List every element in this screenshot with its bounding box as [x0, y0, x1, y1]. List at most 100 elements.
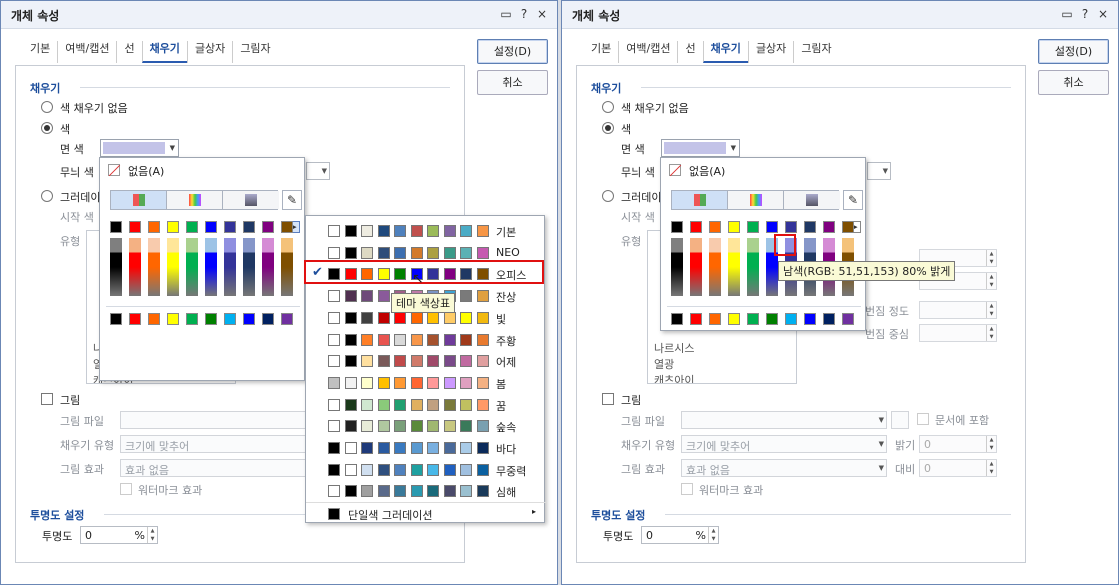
- shade-column[interactable]: [243, 238, 255, 296]
- color-swatch[interactable]: [728, 221, 740, 233]
- tab-basic[interactable]: 기본: [584, 41, 618, 63]
- color-swatch[interactable]: [167, 221, 179, 233]
- color-swatch[interactable]: [186, 313, 198, 325]
- color-swatch[interactable]: [243, 313, 255, 325]
- color-swatch[interactable]: [804, 221, 816, 233]
- spread-center-input[interactable]: ▲ ▼: [919, 324, 997, 342]
- picture-file-combo[interactable]: [120, 411, 310, 429]
- face-color-button[interactable]: ▼: [100, 139, 179, 157]
- shade-column[interactable]: [709, 238, 721, 296]
- brightness-input[interactable]: 0 ▲ ▼: [919, 435, 997, 453]
- shade-column[interactable]: [281, 238, 293, 296]
- ok-button[interactable]: 설정(D): [1038, 39, 1109, 64]
- close-icon[interactable]: ×: [535, 7, 549, 21]
- picture-checkbox[interactable]: [602, 393, 614, 405]
- theme-row[interactable]: 숲속: [306, 415, 546, 437]
- color-swatch[interactable]: [224, 313, 236, 325]
- eyedropper-icon[interactable]: ✎: [843, 190, 863, 210]
- shade-column[interactable]: [205, 238, 217, 296]
- palette-tab-custom[interactable]: [784, 191, 840, 209]
- color-swatch[interactable]: [842, 221, 854, 233]
- spin-buttons[interactable]: ▲ ▼: [147, 527, 157, 543]
- list-item[interactable]: 캐츠아이: [648, 373, 796, 383]
- no-fill-radio[interactable]: [602, 101, 614, 113]
- color-swatch[interactable]: [728, 313, 740, 325]
- transparency-input[interactable]: 0 % ▲ ▼: [641, 526, 719, 544]
- theme-row[interactable]: 꿈: [306, 394, 546, 416]
- shade-column[interactable]: [747, 238, 759, 296]
- no-color-button[interactable]: 없음(A): [667, 162, 847, 178]
- shade-column[interactable]: [148, 238, 160, 296]
- color-swatch[interactable]: [823, 221, 835, 233]
- no-fill-radio[interactable]: [41, 101, 53, 113]
- color-swatch[interactable]: [129, 313, 141, 325]
- gradient-radio[interactable]: [41, 190, 53, 202]
- color-radio[interactable]: [41, 122, 53, 134]
- color-swatch[interactable]: [186, 221, 198, 233]
- tab-basic[interactable]: 기본: [23, 41, 57, 63]
- shade-column[interactable]: [110, 238, 122, 296]
- theme-row[interactable]: 어제: [306, 350, 546, 372]
- tab-margin-caption[interactable]: 여백/캡션: [618, 41, 677, 63]
- color-swatch[interactable]: [766, 313, 778, 325]
- watermark-checkbox[interactable]: [681, 483, 693, 495]
- color-swatch[interactable]: [671, 313, 683, 325]
- color-swatch[interactable]: [709, 221, 721, 233]
- color-swatch[interactable]: [262, 221, 274, 233]
- eyedropper-icon[interactable]: ✎: [282, 190, 302, 210]
- browse-icon[interactable]: [891, 411, 909, 429]
- color-swatch[interactable]: [281, 313, 293, 325]
- gradient-menu-item[interactable]: 단일색 그러데이션 ▸: [306, 502, 546, 524]
- picture-file-combo[interactable]: ▼: [681, 411, 887, 429]
- list-item[interactable]: 열광: [648, 357, 796, 373]
- color-swatch[interactable]: [243, 221, 255, 233]
- tab-shadow[interactable]: 그림자: [793, 41, 838, 63]
- cancel-button[interactable]: 취소: [1038, 70, 1109, 95]
- list-item[interactable]: 나르시스: [648, 341, 796, 357]
- color-swatch[interactable]: [804, 313, 816, 325]
- shade-column[interactable]: [224, 238, 236, 296]
- color-radio[interactable]: [602, 122, 614, 134]
- fill-type-combo[interactable]: 크기에 맞추어 ▼: [681, 435, 887, 453]
- color-swatch[interactable]: [766, 221, 778, 233]
- theme-row[interactable]: 봄: [306, 372, 546, 394]
- help-icon[interactable]: ?: [517, 7, 531, 21]
- tab-textbox[interactable]: 글상자: [747, 41, 793, 63]
- pattern-type-combo[interactable]: ▼: [306, 162, 330, 180]
- color-swatch[interactable]: [690, 221, 702, 233]
- tab-line[interactable]: 선: [677, 41, 702, 63]
- tab-margin-caption[interactable]: 여백/캡션: [57, 41, 116, 63]
- comment-icon[interactable]: ▭: [1060, 7, 1074, 21]
- shade-column[interactable]: [690, 238, 702, 296]
- tab-line[interactable]: 선: [116, 41, 141, 63]
- color-swatch[interactable]: [709, 313, 721, 325]
- spin-buttons[interactable]: ▲ ▼: [708, 527, 718, 543]
- cancel-button[interactable]: 취소: [477, 70, 548, 95]
- color-swatch[interactable]: [671, 221, 683, 233]
- picture-effect-combo[interactable]: 효과 없음 ▼: [681, 459, 887, 477]
- theme-row[interactable]: 무중력: [306, 459, 546, 481]
- color-swatch[interactable]: [148, 313, 160, 325]
- ok-button[interactable]: 설정(D): [477, 39, 548, 64]
- palette-tab-theme[interactable]: [672, 191, 728, 209]
- theme-row[interactable]: 기본: [306, 220, 546, 242]
- color-swatch[interactable]: [224, 221, 236, 233]
- pattern-type-combo[interactable]: ▼: [867, 162, 891, 180]
- shade-column[interactable]: [671, 238, 683, 296]
- color-swatch[interactable]: [747, 313, 759, 325]
- picture-effect-combo[interactable]: 효과 없음: [120, 459, 310, 477]
- shade-column[interactable]: [728, 238, 740, 296]
- tab-fill[interactable]: 채우기: [702, 41, 748, 63]
- close-icon[interactable]: ×: [1096, 7, 1110, 21]
- tab-textbox[interactable]: 글상자: [186, 41, 232, 63]
- shade-column[interactable]: [186, 238, 198, 296]
- palette-tab-custom[interactable]: [223, 191, 279, 209]
- shade-column[interactable]: [167, 238, 179, 296]
- color-swatch[interactable]: [167, 313, 179, 325]
- color-swatch[interactable]: [785, 313, 797, 325]
- watermark-checkbox[interactable]: [120, 483, 132, 495]
- color-swatch[interactable]: [205, 313, 217, 325]
- include-doc-checkbox[interactable]: [917, 413, 929, 425]
- face-color-button[interactable]: ▼: [661, 139, 740, 157]
- fill-type-combo[interactable]: 크기에 맞추어: [120, 435, 310, 453]
